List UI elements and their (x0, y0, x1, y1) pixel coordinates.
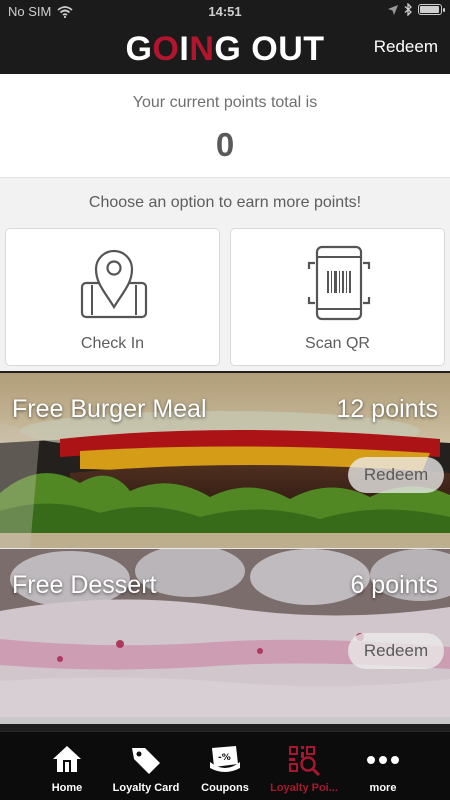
points-summary: Your current points total is 0 (0, 74, 450, 178)
reward-points: 12 points (336, 395, 438, 423)
earn-points-prompt: Choose an option to earn more points! (88, 194, 362, 211)
map-pin-phone-icon (80, 249, 148, 319)
reward-title: Free Burger Meal (12, 395, 207, 423)
earn-points-options: Choose an option to earn more points! Ch… (0, 178, 450, 371)
reward-card-burger[interactable]: Free Burger Meal 12 points Redeem (0, 373, 450, 548)
points-label: Your current points total is (132, 94, 318, 111)
tab-more[interactable]: more (348, 732, 418, 800)
qr-search-icon (289, 746, 321, 776)
scan-qr-button[interactable]: Scan QR (230, 228, 445, 366)
tab-loyalty-card[interactable]: Loyalty Card (111, 732, 181, 800)
reward-points: 6 points (350, 571, 438, 599)
tab-coupons[interactable]: -% Coupons (190, 732, 260, 800)
check-in-button[interactable]: Check In (5, 228, 220, 366)
qr-scan-phone-icon (307, 245, 371, 321)
reward-title: Free Dessert (12, 571, 157, 599)
tab-loyalty-points[interactable]: Loyalty Poi... (269, 732, 339, 800)
redeem-button[interactable]: Redeem (348, 633, 444, 669)
battery-icon (418, 4, 445, 15)
check-in-label: Check In (80, 335, 145, 352)
reward-card-dessert[interactable]: Free Dessert 6 points Redeem (0, 549, 450, 724)
redeem-button[interactable]: Redeem (348, 457, 444, 493)
clock: 14:51 (208, 4, 242, 19)
points-value: 0 (215, 126, 235, 163)
bluetooth-icon (404, 3, 412, 16)
tab-label: more (369, 782, 397, 794)
app-header: GOING OUT Redeem (0, 24, 450, 74)
more-dots-icon (367, 756, 399, 764)
redeem-header-button[interactable]: Redeem (374, 37, 438, 57)
bottom-tab-bar: Home Loyalty Card -% Coupons Loyalty Poi… (0, 731, 450, 800)
location-arrow-icon (388, 4, 398, 15)
svg-text:-%: -% (218, 753, 231, 763)
status-bar: No SIM 14:51 (0, 0, 450, 24)
coupon-icon: -% (210, 746, 240, 772)
scan-qr-label: Scan QR (305, 335, 370, 352)
tag-icon (132, 748, 160, 774)
home-icon (53, 746, 81, 772)
tab-home[interactable]: Home (32, 732, 102, 800)
